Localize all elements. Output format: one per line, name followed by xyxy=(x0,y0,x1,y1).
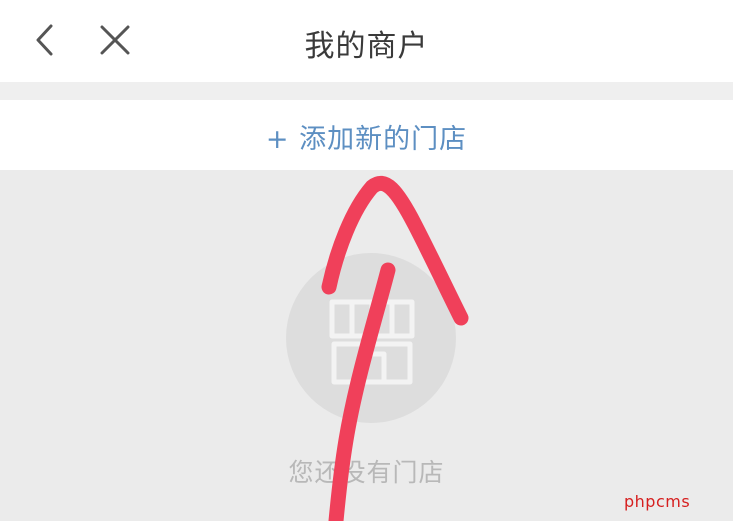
page-title: 我的商户 xyxy=(304,29,429,64)
add-store-button[interactable]: + 添加新的门店 xyxy=(0,100,733,170)
add-store-label: + 添加新的门店 xyxy=(265,124,468,155)
section-divider xyxy=(0,82,733,100)
empty-state-message: 您还没有门店 xyxy=(288,458,445,487)
nav-bar: 我的商户 xyxy=(0,0,733,82)
watermark: phpcms xyxy=(624,492,691,511)
store-icon xyxy=(329,299,415,385)
